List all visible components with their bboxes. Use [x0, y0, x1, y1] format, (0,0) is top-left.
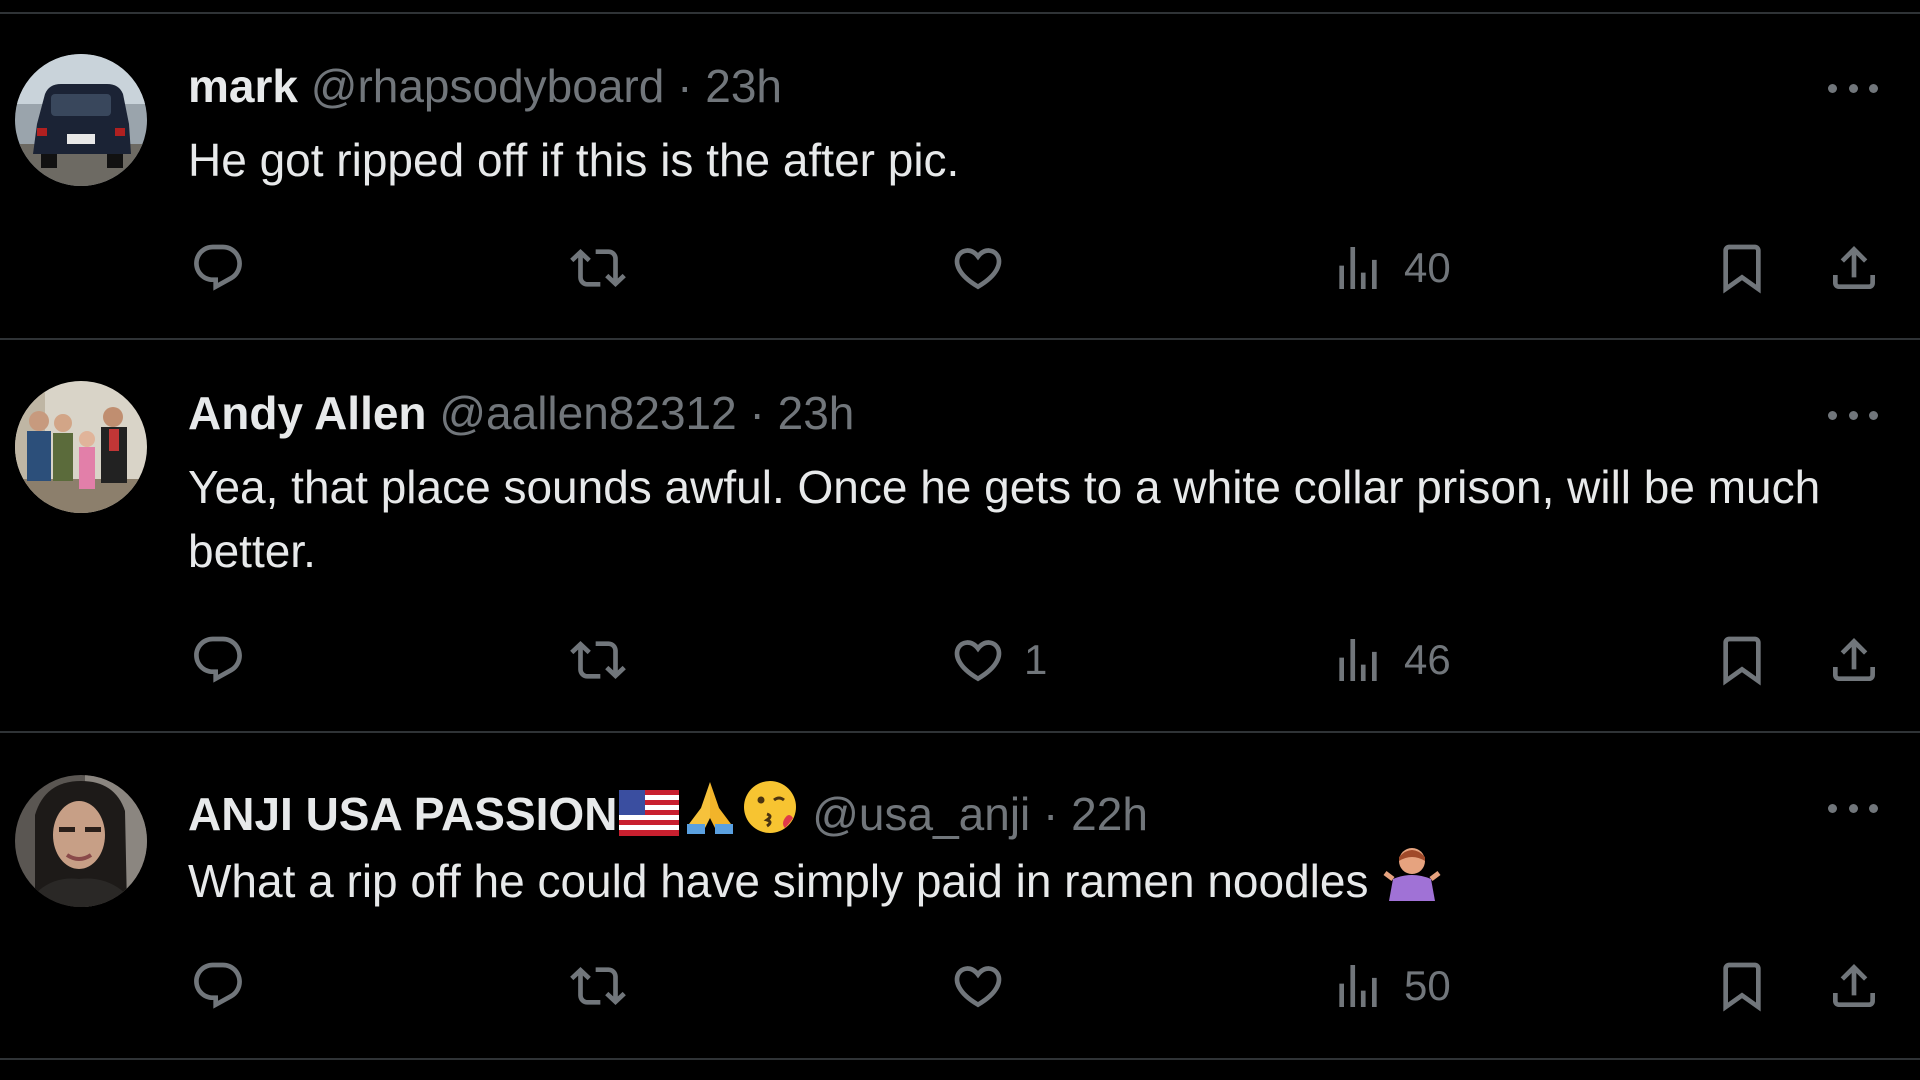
kissing-face-emoji — [741, 778, 799, 848]
share-icon — [1826, 240, 1882, 296]
retweet-icon — [570, 240, 626, 296]
person-shrugging-emoji — [1383, 843, 1441, 919]
share-button[interactable] — [1826, 630, 1882, 690]
more-options-icon[interactable] — [1828, 405, 1878, 425]
heart-icon — [950, 240, 1006, 296]
avatar[interactable] — [15, 381, 147, 513]
tweet-text: Yea, that place sounds awful. Once he ge… — [188, 461, 1821, 577]
share-button[interactable] — [1826, 956, 1882, 1016]
view-count: 40 — [1404, 244, 1451, 291]
reply-button[interactable] — [190, 956, 264, 1016]
avatar[interactable] — [15, 775, 147, 907]
views-button[interactable]: 50 — [1330, 956, 1451, 1016]
share-icon — [1826, 958, 1882, 1014]
tweet-header: mark @rhapsodyboard · 23h — [188, 58, 782, 114]
retweet-button[interactable] — [570, 956, 644, 1016]
display-name[interactable]: mark — [188, 60, 298, 112]
views-button[interactable]: 46 — [1330, 630, 1451, 690]
tweet-header: ANJI USA PASSION @usa_anji · 22h — [188, 778, 1148, 848]
retweet-icon — [570, 958, 626, 1014]
separator-dot: · — [749, 387, 765, 439]
views-chart-icon — [1330, 958, 1386, 1014]
separator-dot: · — [1043, 788, 1059, 840]
separator-dot: · — [677, 60, 693, 112]
like-button[interactable]: 1 — [950, 630, 1047, 690]
like-button[interactable] — [950, 238, 1024, 298]
retweet-button[interactable] — [570, 630, 644, 690]
reply-icon — [190, 958, 246, 1014]
avatar[interactable] — [15, 54, 147, 186]
bookmark-button[interactable] — [1714, 956, 1770, 1016]
bookmark-button[interactable] — [1714, 238, 1770, 298]
bookmark-icon — [1714, 632, 1770, 688]
share-icon — [1826, 632, 1882, 688]
user-handle[interactable]: @rhapsodyboard — [311, 60, 665, 112]
tweet-actions: 40 — [0, 238, 1920, 298]
tweet-header: Andy Allen @aallen82312 · 23h — [188, 385, 854, 441]
display-name[interactable]: ANJI USA PASSION — [188, 788, 617, 840]
reply-button[interactable] — [190, 630, 264, 690]
reply-icon — [190, 240, 246, 296]
retweet-button[interactable] — [570, 238, 644, 298]
timestamp[interactable]: 23h — [778, 387, 855, 439]
view-count: 46 — [1404, 636, 1451, 683]
avatar-family — [15, 381, 147, 513]
tweet[interactable]: ANJI USA PASSION @usa_anji · 22h What a … — [0, 733, 1920, 1060]
timestamp[interactable]: 22h — [1071, 788, 1148, 840]
more-options-icon[interactable] — [1828, 798, 1878, 818]
reply-feed: mark @rhapsodyboard · 23h He got ripped … — [0, 0, 1920, 1080]
heart-icon — [950, 632, 1006, 688]
bookmark-button[interactable] — [1714, 630, 1770, 690]
tweet-actions: 1 46 — [0, 630, 1920, 690]
views-button[interactable]: 40 — [1330, 238, 1451, 298]
retweet-icon — [570, 632, 626, 688]
folded-hands-emoji — [681, 778, 739, 848]
more-options-icon[interactable] — [1828, 78, 1878, 98]
tweet-text-wrapper: What a rip off he could have simply paid… — [188, 843, 1868, 919]
user-handle[interactable]: @usa_anji — [812, 788, 1030, 840]
bookmark-icon — [1714, 240, 1770, 296]
like-button[interactable] — [950, 956, 1024, 1016]
avatar-minivan — [15, 54, 147, 186]
like-count: 1 — [1024, 636, 1048, 683]
tweet-actions: 50 — [0, 956, 1920, 1016]
tweet[interactable]: mark @rhapsodyboard · 23h He got ripped … — [0, 0, 1920, 340]
reply-button[interactable] — [190, 238, 264, 298]
heart-icon — [950, 958, 1006, 1014]
tweet-divider — [0, 1058, 1920, 1060]
bookmark-icon — [1714, 958, 1770, 1014]
tweet-text: He got ripped off if this is the after p… — [188, 134, 960, 186]
display-name[interactable]: Andy Allen — [188, 387, 427, 439]
user-handle[interactable]: @aallen82312 — [439, 387, 736, 439]
view-count: 50 — [1404, 962, 1451, 1009]
share-button[interactable] — [1826, 238, 1882, 298]
us-flag-emoji — [619, 790, 680, 848]
reply-icon — [190, 632, 246, 688]
avatar-woman — [15, 775, 147, 907]
timestamp[interactable]: 23h — [705, 60, 782, 112]
views-chart-icon — [1330, 632, 1386, 688]
tweet[interactable]: Andy Allen @aallen82312 · 23h Yea, that … — [0, 340, 1920, 733]
tweet-text: What a rip off he could have simply paid… — [188, 855, 1369, 907]
views-chart-icon — [1330, 240, 1386, 296]
